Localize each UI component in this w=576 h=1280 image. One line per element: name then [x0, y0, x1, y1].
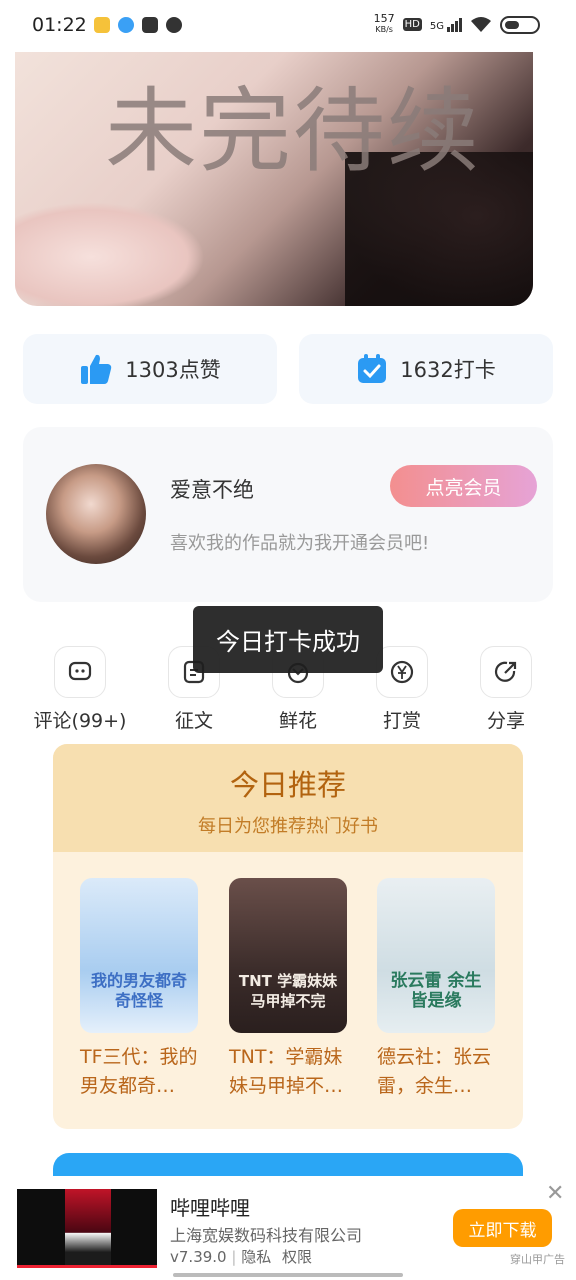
ad-meta: v7.39.0 | 隐私 权限 — [170, 1248, 313, 1266]
essay-label: 征文 — [174, 710, 213, 732]
recommend-title: 今日推荐 — [229, 768, 346, 802]
flower-label: 鲜花 — [278, 710, 317, 732]
recommend-header: 今日推荐 每日为您推荐热门好书 — [53, 744, 523, 852]
close-icon[interactable]: ✕ — [546, 1181, 564, 1206]
comment-label: 评论(99+) — [33, 710, 127, 732]
checkin-count: 1632打卡 — [400, 358, 496, 382]
comment-icon — [54, 646, 106, 698]
ad-permissions-link[interactable]: 权限 — [282, 1248, 312, 1266]
cover-title-art: 张云雷 余生皆是缘 — [390, 971, 482, 1011]
signal-icon: 5G — [430, 17, 462, 32]
checkin-success-toast: 今日打卡成功 — [193, 606, 383, 673]
ad-privacy-link[interactable]: 隐私 — [241, 1248, 271, 1266]
status-time: 01:22 — [32, 14, 87, 36]
ad-app-name: 哔哩哔哩 — [170, 1196, 250, 1220]
battery-icon — [500, 15, 540, 34]
today-recommend-panel: 今日推荐 每日为您推荐热门好书 我的男友都奇奇怪怪 TF三代：我的男友都奇… T… — [53, 744, 523, 1129]
yen-icon — [376, 646, 428, 698]
like-button[interactable]: 1303点赞 — [23, 334, 277, 404]
ad-version: v7.39.0 — [170, 1248, 227, 1266]
book-title: TNT：学霸妹妹马甲掉不… — [229, 1046, 344, 1097]
comment-button[interactable]: 评论(99+) — [25, 646, 135, 733]
share-button[interactable]: 分享 — [451, 646, 561, 733]
reward-label: 打赏 — [382, 710, 421, 732]
cloud-icon — [166, 17, 182, 33]
recommend-subtitle: 每日为您推荐热门好书 — [198, 816, 378, 837]
ad-company: 上海宽娱数码科技有限公司 — [170, 1226, 363, 1245]
notification-app-icon — [142, 17, 158, 33]
checkin-button[interactable]: 1632打卡 — [299, 334, 553, 404]
recommend-book[interactable]: TNT 学霸妹妹马甲掉不完 TNT：学霸妹妹马甲掉不… — [229, 878, 349, 1101]
book-cover-banner[interactable]: 未完待续 — [15, 52, 533, 306]
notification-app-icon — [94, 17, 110, 33]
banner-title-art: 未完待续 — [105, 78, 482, 185]
home-indicator[interactable] — [173, 1273, 403, 1277]
author-name: 爱意不绝 — [170, 478, 254, 502]
wifi-icon — [471, 16, 491, 32]
like-count: 1303点赞 — [125, 358, 221, 382]
book-cover: 张云雷 余生皆是缘 — [377, 878, 495, 1033]
notification-app-icon — [118, 17, 134, 33]
author-avatar[interactable] — [46, 464, 146, 564]
ad-thumbnail[interactable] — [17, 1189, 157, 1268]
download-button[interactable]: 立即下载 — [453, 1209, 552, 1247]
ad-source-tag: 穿山甲广告 — [510, 1253, 565, 1266]
share-icon — [480, 646, 532, 698]
recommend-book[interactable]: 我的男友都奇奇怪怪 TF三代：我的男友都奇… — [80, 878, 200, 1101]
hd-badge: HD — [402, 18, 422, 31]
status-bar: 01:22 157 KB/s HD 5G — [0, 0, 576, 52]
net-speed: 157 KB/s — [373, 12, 395, 34]
book-cover: 我的男友都奇奇怪怪 — [80, 878, 198, 1033]
author-description: 喜欢我的作品就为我开通会员吧! — [170, 533, 430, 554]
cover-title-art: 我的男友都奇奇怪怪 — [90, 971, 187, 1010]
recommend-book[interactable]: 张云雷 余生皆是缘 德云社：张云雷，余生… — [377, 878, 497, 1101]
book-title: 德云社：张云雷，余生… — [377, 1046, 492, 1097]
activate-vip-button[interactable]: 点亮会员 — [390, 465, 537, 507]
book-cover: TNT 学霸妹妹马甲掉不完 — [229, 878, 347, 1033]
ad-banner[interactable]: 哔哩哔哩 上海宽娱数码科技有限公司 v7.39.0 | 隐私 权限 立即下载 ✕… — [0, 1176, 576, 1280]
author-card: 爱意不绝 喜欢我的作品就为我开通会员吧! 点亮会员 — [23, 427, 553, 602]
calendar-check-icon — [358, 354, 387, 383]
thumbs-up-icon — [81, 354, 112, 384]
status-indicators: 157 KB/s HD 5G — [373, 12, 540, 35]
share-label: 分享 — [486, 710, 525, 732]
cover-title-art: TNT 学霸妹妹马甲掉不完 — [238, 972, 338, 1010]
banner-art — [15, 202, 205, 306]
book-title: TF三代：我的男友都奇… — [80, 1046, 198, 1097]
